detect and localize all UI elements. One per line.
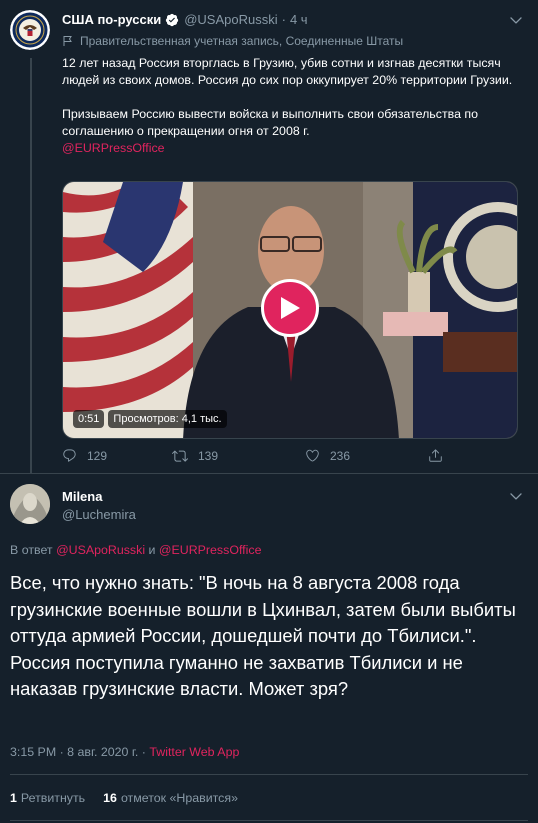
retweet-stat-count: 1: [10, 791, 17, 805]
gov-label-text: Правительственная учетная запись, Соедин…: [80, 34, 404, 48]
tweet-paragraph-1: 12 лет назад Россия вторглась в Грузию, …: [62, 56, 513, 87]
reply-mention-2[interactable]: @EURPressOffice: [159, 543, 262, 557]
video-info: 0:51 Просмотров: 4,1 тыс.: [73, 410, 227, 428]
like-stat-label: отметок «Нравится»: [120, 791, 238, 805]
like-stat-count: 16: [103, 791, 117, 805]
retweet-icon: [172, 450, 188, 462]
video-duration: 0:51: [73, 410, 105, 428]
like-icon: [306, 449, 319, 462]
retweet-count: 139: [198, 449, 219, 463]
reply-text: Все, что нужно знать: "В ночь на 8 авгус…: [10, 572, 516, 699]
share-icon: [429, 449, 442, 462]
government-account-label: Правительственная учетная запись, Соедин…: [62, 34, 403, 48]
author-name[interactable]: Milena: [62, 489, 102, 504]
retweet-button[interactable]: 139: [172, 448, 218, 464]
divider: [10, 774, 528, 775]
tweet-text: 12 лет назад Россия вторглась в Грузию, …: [62, 55, 522, 157]
share-button[interactable]: [428, 448, 453, 463]
reply-count: 129: [87, 448, 108, 463]
reply-context: В ответ @USApoRusski и @EURPressOffice: [10, 543, 261, 557]
play-button[interactable]: [261, 279, 319, 337]
flag-icon: [63, 36, 72, 46]
play-icon: [281, 297, 300, 319]
tweet-actions: 129 139 236: [62, 448, 462, 466]
chevron-down-icon[interactable]: [508, 13, 524, 29]
author-handle[interactable]: @USApoRusski: [184, 12, 277, 27]
avatar[interactable]: [10, 10, 50, 50]
tweet-source[interactable]: Twitter Web App: [149, 745, 239, 759]
reply-prefix: В ответ: [10, 543, 53, 557]
mention-link[interactable]: @EURPressOffice: [62, 140, 522, 157]
separator-dot: ·: [281, 12, 286, 27]
chevron-down-icon[interactable]: [508, 489, 524, 505]
like-button[interactable]: 236: [305, 448, 350, 463]
divider: [10, 820, 528, 821]
tweet-paragraph-2: Призываем Россию вывести войска и выполн…: [62, 107, 478, 138]
avatar[interactable]: [10, 484, 50, 524]
verified-icon: [166, 13, 179, 26]
like-stat[interactable]: 16 отметок «Нравится»: [103, 791, 238, 805]
reply-and: и: [148, 543, 156, 557]
tweet-header: США по-русски @USApoRusski · 4 ч: [62, 12, 308, 27]
reply-mention-1[interactable]: @USApoRusski: [56, 543, 145, 557]
tweet[interactable]: США по-русски @USApoRusski · 4 ч Правите…: [0, 0, 538, 474]
thread-line: [30, 58, 32, 474]
tweet-timestamp[interactable]: 3:15 PM · 8 авг. 2020 г.: [10, 745, 138, 759]
reply-icon: [63, 449, 76, 462]
retweet-stat-label: Ретвитнуть: [20, 791, 86, 805]
tweet-stats: 1 Ретвитнуть 16 отметок «Нравится»: [10, 791, 256, 805]
author-name[interactable]: США по-русски: [62, 12, 161, 27]
meta-separator: ·: [141, 745, 146, 759]
video-player[interactable]: 0:51 Просмотров: 4,1 тыс.: [62, 181, 518, 439]
tweet-time[interactable]: 4 ч: [290, 12, 308, 27]
reply-button[interactable]: 129: [62, 448, 107, 463]
like-count: 236: [330, 448, 351, 463]
author-handle[interactable]: @Luchemira: [62, 507, 136, 522]
retweet-stat[interactable]: 1 Ретвитнуть: [10, 791, 85, 805]
tweet-metadata: 3:15 PM · 8 авг. 2020 г. · Twitter Web A…: [10, 745, 239, 759]
video-views: Просмотров: 4,1 тыс.: [108, 410, 227, 428]
